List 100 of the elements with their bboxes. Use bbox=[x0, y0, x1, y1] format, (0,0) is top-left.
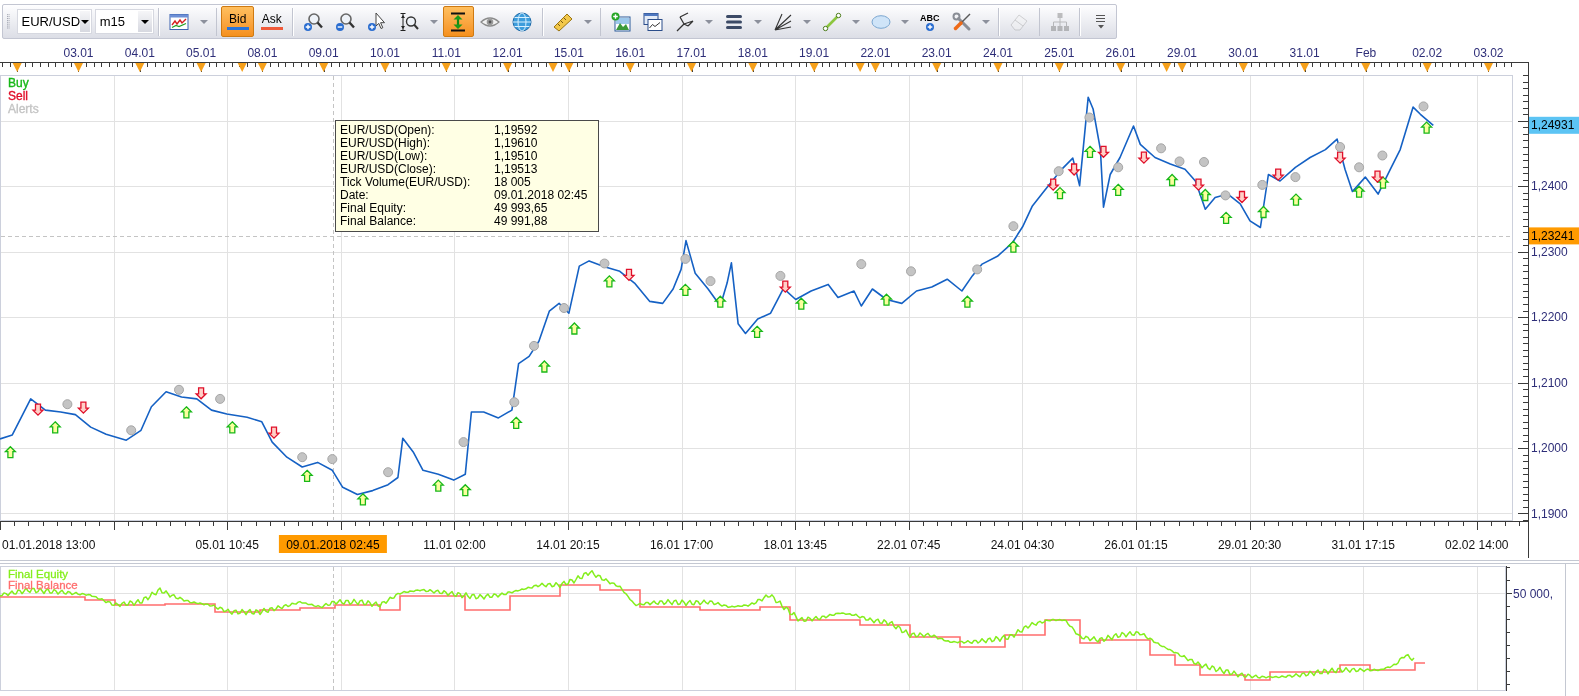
date-label: 03.01 bbox=[63, 46, 94, 60]
alert-marker-icon bbox=[1335, 142, 1346, 152]
sell-arrow-icon bbox=[194, 387, 208, 400]
price-label: 1,1900 bbox=[1531, 506, 1568, 521]
alert-marker-icon bbox=[1113, 162, 1124, 173]
fork-lines-icon bbox=[674, 11, 695, 32]
alert-marker-icon bbox=[458, 437, 469, 448]
date-label: 30.01 bbox=[1228, 46, 1259, 60]
plus-icon bbox=[925, 22, 934, 31]
sell-arrow-icon bbox=[622, 268, 636, 282]
sell-arrow-icon bbox=[1370, 170, 1385, 184]
caret-icon[interactable] bbox=[199, 19, 208, 24]
auto-scale-button[interactable] bbox=[442, 6, 474, 37]
sell-arrow-icon bbox=[1191, 178, 1206, 191]
image-icon bbox=[610, 11, 631, 32]
horizontal-lines-icon bbox=[723, 13, 744, 30]
alert-marker-icon bbox=[1257, 179, 1268, 190]
zoom-in-icon bbox=[303, 11, 324, 32]
caret-icon[interactable] bbox=[982, 19, 991, 24]
sell-arrow-icon bbox=[1067, 163, 1081, 176]
crosshair-time-badge: 09.01.2018 02:45 bbox=[278, 535, 387, 553]
caret-icon[interactable] bbox=[852, 19, 861, 24]
dropdown-button[interactable] bbox=[80, 11, 90, 32]
alert-marker-icon bbox=[1174, 156, 1185, 167]
dropdown-button[interactable] bbox=[137, 11, 152, 32]
legend-label: Buy bbox=[8, 76, 29, 90]
time-label: 26.01 01:15 bbox=[1104, 538, 1168, 552]
alert-marker-icon bbox=[906, 266, 916, 277]
buy-arrow-icon bbox=[3, 445, 17, 459]
tooltip-label: EUR/USD(Open): bbox=[340, 124, 435, 137]
timeframe-select[interactable]: m15 bbox=[94, 9, 154, 34]
sell-arrow-icon bbox=[1333, 151, 1347, 165]
alert-marker-icon bbox=[297, 452, 308, 463]
sell-arrow-icon bbox=[778, 280, 792, 293]
alert-marker-icon bbox=[1377, 150, 1388, 161]
buy-arrow-icon bbox=[1420, 121, 1434, 134]
alert-marker-icon bbox=[383, 467, 394, 478]
symbol-select[interactable]: EUR/USD bbox=[16, 9, 92, 34]
date-label: 04.01 bbox=[124, 46, 155, 60]
date-label: 23.01 bbox=[921, 46, 952, 60]
caret-icon[interactable] bbox=[901, 19, 910, 24]
price-type-button[interactable]: Ask bbox=[255, 6, 289, 37]
buy-arrow-icon bbox=[509, 416, 523, 429]
last-price-badge: 1,24931 bbox=[1529, 116, 1579, 134]
alert-marker-icon bbox=[856, 259, 867, 270]
fan-lines-icon bbox=[772, 11, 793, 32]
windows-icon bbox=[642, 11, 663, 32]
buy-arrow-icon bbox=[1006, 240, 1020, 253]
buy-arrow-icon bbox=[1083, 145, 1097, 158]
caret-icon[interactable] bbox=[803, 19, 812, 24]
date-label: 29.01 bbox=[1167, 46, 1197, 60]
buy-arrow-icon bbox=[794, 297, 808, 310]
tooltip-label: Tick Volume(EUR/USD): bbox=[340, 176, 471, 189]
ruler-icon bbox=[553, 11, 573, 32]
caret-icon[interactable] bbox=[705, 19, 714, 24]
legend-label: Final Equity bbox=[8, 568, 69, 580]
buy-arrow-icon bbox=[225, 420, 239, 434]
alert-marker-icon bbox=[1053, 166, 1064, 177]
price-label: 1,2100 bbox=[1531, 375, 1568, 390]
buy-arrow-icon bbox=[1053, 186, 1067, 200]
buy-arrow-icon bbox=[879, 293, 894, 306]
buy-arrow-icon bbox=[1111, 183, 1125, 196]
sell-arrow-icon bbox=[1271, 168, 1285, 182]
caret-icon[interactable] bbox=[754, 19, 763, 24]
time-label: 01.01.2018 13:00 bbox=[2, 538, 96, 552]
tooltip-value: 1,19513 bbox=[494, 163, 538, 176]
buy-arrow-icon bbox=[537, 360, 551, 373]
tooltip-value: 1,19592 bbox=[494, 124, 538, 137]
sell-arrow-icon bbox=[1046, 178, 1060, 191]
eye-icon bbox=[480, 14, 501, 29]
caret-icon[interactable] bbox=[583, 19, 592, 24]
date-label: 11.01 bbox=[431, 46, 461, 60]
buy-arrow-icon bbox=[713, 295, 727, 308]
alert-marker-icon bbox=[126, 425, 137, 436]
alert-marker-icon bbox=[1418, 101, 1429, 112]
alert-marker-icon bbox=[1084, 112, 1095, 123]
time-label: 11.01 02:00 bbox=[423, 538, 486, 552]
buy-arrow-icon bbox=[1219, 211, 1233, 225]
ellipse-icon bbox=[870, 14, 891, 29]
tooltip-label: EUR/USD(Low): bbox=[340, 150, 428, 163]
text-tool-button[interactable]: ABC bbox=[914, 6, 946, 37]
tooltip-value: 09.01.2018 02:45 bbox=[494, 189, 588, 202]
price-type-button[interactable]: Bid bbox=[221, 6, 255, 37]
alert-marker-icon bbox=[775, 270, 786, 281]
date-label: 10.01 bbox=[370, 46, 400, 60]
date-label: 12.01 bbox=[492, 46, 523, 60]
date-label: 16.01 bbox=[615, 46, 646, 60]
alert-marker-icon bbox=[1290, 172, 1301, 183]
hierarchy-icon bbox=[1049, 11, 1070, 32]
time-label: 31.01 17:15 bbox=[1331, 538, 1395, 552]
date-label: 02.02 bbox=[1412, 46, 1443, 60]
equity-axis-label: 50 000, bbox=[1513, 586, 1554, 601]
caret-icon[interactable] bbox=[429, 19, 438, 24]
alert-marker-icon bbox=[972, 264, 983, 275]
time-label: 14.01 20:15 bbox=[536, 538, 600, 552]
buy-arrow-icon bbox=[300, 469, 314, 482]
buy-arrow-icon bbox=[1256, 205, 1271, 219]
date-label: 09.01 bbox=[308, 46, 339, 60]
alert-marker-icon bbox=[705, 276, 716, 287]
price-label: 1,2200 bbox=[1531, 310, 1568, 325]
